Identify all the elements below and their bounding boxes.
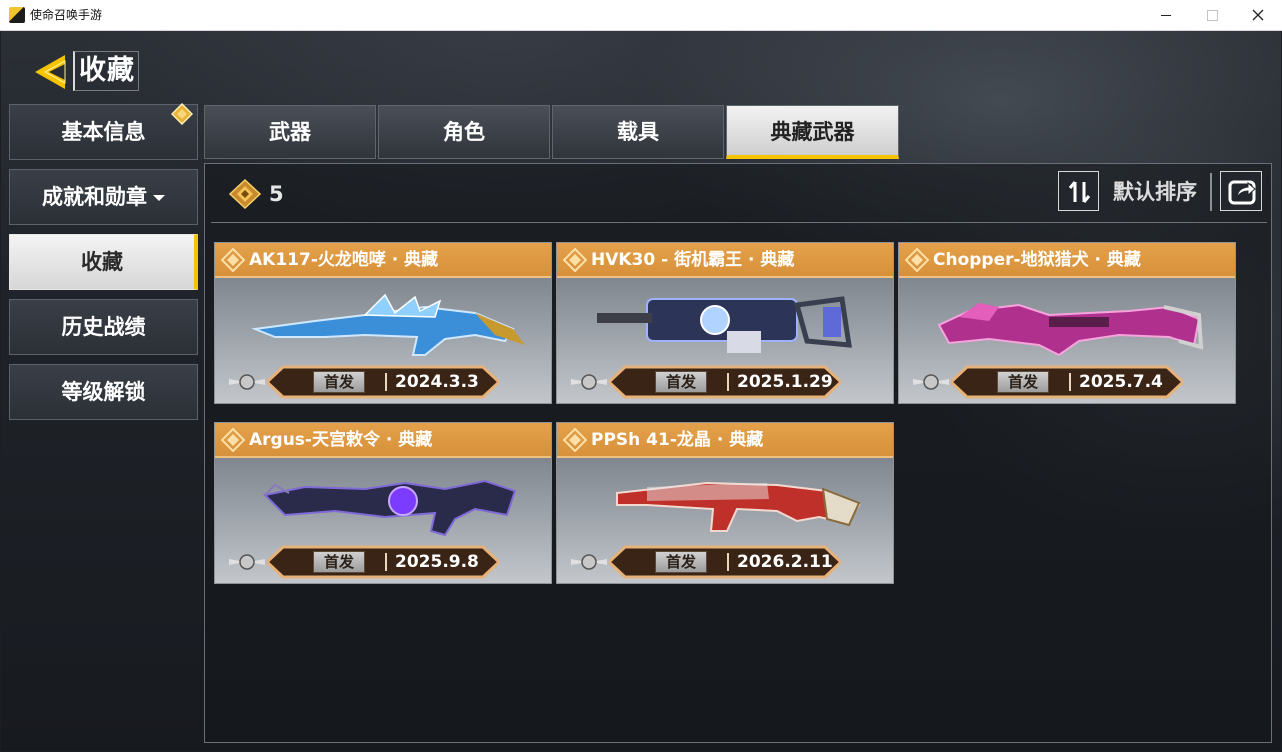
- legendary-diamond-icon: [905, 248, 929, 272]
- release-date: 2025.7.4: [1079, 372, 1163, 392]
- share-button[interactable]: [1220, 171, 1262, 211]
- back-arrow-icon[interactable]: [31, 53, 71, 91]
- release-date: 2024.3.3: [395, 372, 479, 392]
- close-icon: [1252, 9, 1264, 21]
- legendary-diamond-icon: [221, 248, 245, 272]
- release-tag: 首发: [313, 371, 365, 393]
- rank-wings-icon: [229, 374, 265, 390]
- weapon-image: [616, 481, 861, 532]
- sidebar-item-level-unlock[interactable]: 等级解锁: [9, 364, 198, 420]
- card-header: Chopper-地狱猎犬 · 典藏: [899, 243, 1235, 278]
- card-header: Argus-天宫敕令 · 典藏: [215, 423, 551, 458]
- sidebar-item-collection[interactable]: 收藏: [9, 234, 198, 290]
- release-separator: [727, 373, 729, 391]
- weapon-name: HVK30 - 街机霸王 · 典藏: [591, 250, 795, 270]
- sidebar-item-label: 收藏: [81, 250, 123, 274]
- tab-legendary-weapons[interactable]: 典藏武器: [726, 105, 899, 159]
- rank-wings-icon: [913, 374, 949, 390]
- sort-icon: [1068, 181, 1091, 203]
- sidebar-item-label: 等级解锁: [61, 380, 146, 404]
- rank-wings-icon: [571, 554, 607, 570]
- chevron-down-icon: [153, 195, 165, 201]
- sort-label[interactable]: 默认排序: [1113, 179, 1197, 205]
- sidebar-item-history[interactable]: 历史战绩: [9, 299, 198, 355]
- weapon-card[interactable]: Chopper-地狱猎犬 · 典藏 首发 2025.7.4: [898, 242, 1236, 404]
- sort-toggle-button[interactable]: [1058, 171, 1099, 211]
- window-title: 使命召唤手游: [30, 8, 103, 22]
- weapon-card[interactable]: PPSh 41-龙晶 · 典藏 首发 2026.2.11: [556, 422, 894, 584]
- legendary-count-icon: [229, 179, 261, 209]
- release-tag: 首发: [655, 551, 707, 573]
- new-badge-icon: [171, 103, 193, 125]
- rank-wings-icon: [229, 554, 265, 570]
- tab-label: 角色: [443, 120, 485, 144]
- weapon-card[interactable]: Argus-天宫敕令 · 典藏 首发 2025.9.8: [214, 422, 552, 584]
- window-titlebar: 使命召唤手游: [0, 0, 1282, 31]
- card-header: AK117-火龙咆哮 · 典藏: [215, 243, 551, 278]
- maximize-button[interactable]: [1189, 0, 1235, 31]
- release-separator: [385, 373, 387, 391]
- tab-label: 载具: [617, 120, 659, 144]
- legendary-diamond-icon: [563, 428, 587, 452]
- release-tag: 首发: [655, 371, 707, 393]
- weapon-card[interactable]: HVK30 - 街机霸王 · 典藏 首发 2025.1.29: [556, 242, 894, 404]
- release-date: 2025.1.29: [737, 372, 833, 392]
- sidebar-item-basic-info[interactable]: 基本信息: [9, 104, 198, 160]
- release-separator: [1069, 373, 1071, 391]
- release-separator: [385, 553, 387, 571]
- sidebar-item-label: 历史战绩: [61, 315, 146, 339]
- app-icon: [9, 7, 25, 23]
- legendary-diamond-icon: [221, 428, 245, 452]
- card-header: HVK30 - 街机霸王 · 典藏: [557, 243, 893, 278]
- page-title: 收藏: [73, 51, 139, 91]
- weapon-image: [262, 479, 517, 537]
- minimize-button[interactable]: [1143, 0, 1189, 31]
- rank-wings-icon: [571, 374, 607, 390]
- release-tag: 首发: [313, 551, 365, 573]
- sidebar-item-label: 基本信息: [61, 120, 146, 144]
- panel-divider: [211, 222, 1267, 223]
- card-header: PPSh 41-龙晶 · 典藏: [557, 423, 893, 458]
- legendary-diamond-icon: [563, 248, 587, 272]
- sidebar-item-achievements[interactable]: 成就和勋章: [9, 169, 198, 225]
- weapon-image: [937, 303, 1204, 357]
- share-icon: [1228, 180, 1256, 205]
- weapon-name: Chopper-地狱猎犬 · 典藏: [933, 250, 1141, 270]
- tab-vehicles[interactable]: 载具: [552, 105, 724, 159]
- weapon-name: PPSh 41-龙晶 · 典藏: [591, 430, 764, 450]
- tab-weapons[interactable]: 武器: [204, 105, 376, 159]
- weapon-image: [251, 293, 525, 356]
- weapon-name: AK117-火龙咆哮 · 典藏: [249, 250, 439, 270]
- tab-label: 典藏武器: [770, 120, 855, 144]
- close-button[interactable]: [1235, 0, 1281, 31]
- game-screen: 收藏 基本信息 成就和勋章 收藏 历史战绩 等级解锁 武器 角色 载具 典藏武器…: [1, 31, 1281, 751]
- legendary-count: 5: [269, 182, 284, 206]
- tab-characters[interactable]: 角色: [378, 105, 550, 159]
- weapon-name: Argus-天宫敕令 · 典藏: [249, 430, 433, 450]
- tab-label: 武器: [269, 120, 311, 144]
- weapon-image: [597, 296, 852, 353]
- weapon-card[interactable]: AK117-火龙咆哮 · 典藏 首发 2024.3.3: [214, 242, 552, 404]
- release-date: 2025.9.8: [395, 552, 479, 572]
- release-separator: [727, 553, 729, 571]
- release-tag: 首发: [997, 371, 1049, 393]
- sidebar-item-label: 成就和勋章: [42, 185, 147, 209]
- toolbar-divider: [1210, 173, 1212, 211]
- release-date: 2026.2.11: [737, 552, 833, 572]
